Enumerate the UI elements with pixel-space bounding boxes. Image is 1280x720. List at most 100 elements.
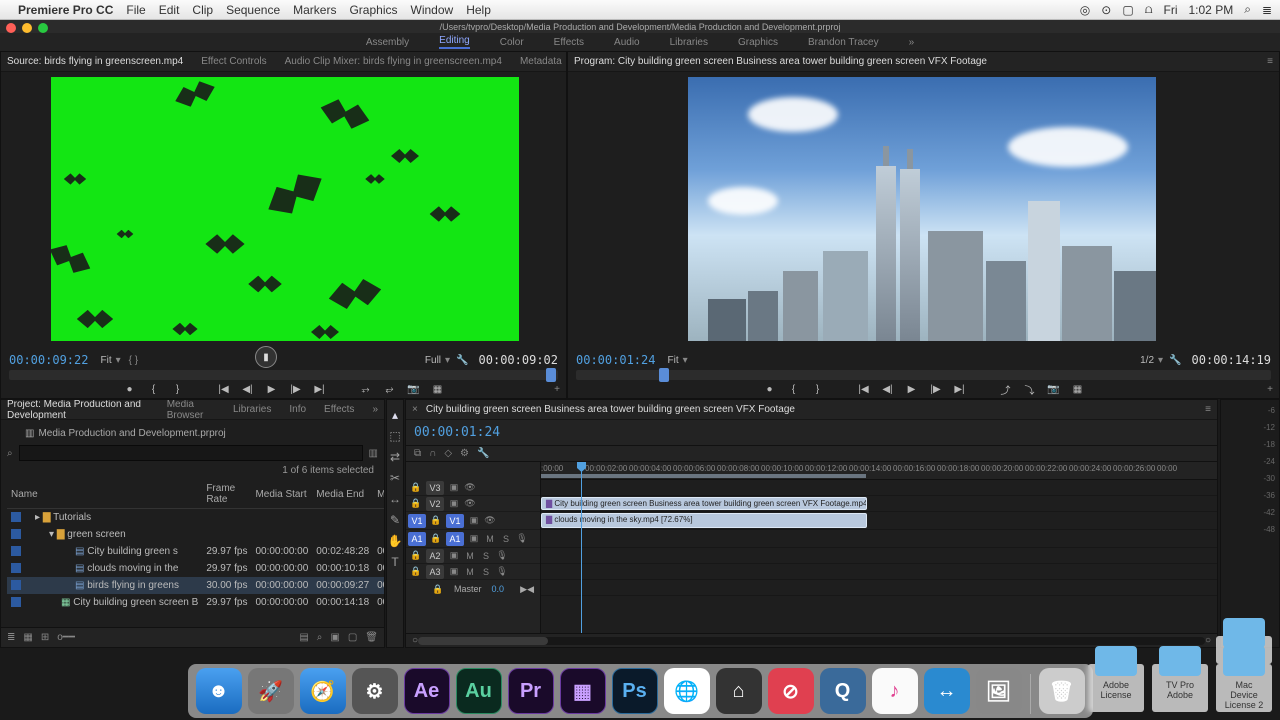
dock-audition[interactable]: Au [456,668,502,714]
spotlight-icon[interactable]: ⌕ [1244,2,1251,17]
source-video-frame[interactable] [51,77,519,341]
dock-itunes[interactable]: ♪ [872,668,918,714]
airplay-icon[interactable]: ▢ [1122,3,1133,17]
tab-libraries[interactable]: Libraries [233,404,271,415]
overwrite-button[interactable]: ⥂ [383,382,397,396]
track-a1[interactable] [541,530,1217,548]
dock-finder[interactable]: ☻ [196,668,242,714]
settings-timeline-icon[interactable]: ⚙ [460,448,469,459]
tab-effects[interactable]: Effects [324,404,354,415]
timeline-playhead[interactable] [581,462,582,633]
lift-button[interactable]: ⤴ [999,382,1013,396]
dock-media-encoder[interactable]: ▦ [560,668,606,714]
zoom-window-button[interactable] [38,23,48,33]
add-transport-button[interactable]: + [1267,384,1273,395]
table-row[interactable]: ▾ ▇ green screen [7,526,384,543]
program-zoom-fit[interactable]: Fit [667,355,678,366]
tab-audio-clip-mixer[interactable]: Audio Clip Mixer: birds flying in greens… [285,56,502,67]
table-row[interactable]: ▦ City building green screen B29.97 fps0… [7,594,384,611]
source-zoom-fit[interactable]: Fit [100,355,111,366]
workspace-custom[interactable]: Brandon Tracey [808,37,879,48]
track-header-v3[interactable]: 🔒V3▣👁 [406,480,540,496]
selection-tool[interactable]: ▴ [388,408,402,422]
dock-premiere[interactable]: Pr [508,668,554,714]
icon-view-icon[interactable]: ▦ [23,632,32,643]
new-item-button[interactable]: ▢ [348,632,357,643]
menu-clip[interactable]: Clip [192,3,213,17]
type-tool[interactable]: T [388,555,402,569]
go-to-in-button[interactable]: |◀ [217,382,231,396]
menu-markers[interactable]: Markers [293,3,336,17]
track-header-master[interactable]: 🔒Master0.0▶◀ [406,580,540,598]
menu-edit[interactable]: Edit [159,3,180,17]
timeline-close-icon[interactable]: × [412,404,418,415]
tab-timeline-sequence[interactable]: City building green screen Business area… [426,404,795,415]
tab-project[interactable]: Project: Media Production and Developmen… [7,399,149,421]
tab-media-browser[interactable]: Media Browser [167,399,215,421]
dock-app[interactable]: ⊘ [768,668,814,714]
mark-out-button[interactable]: } [171,382,185,396]
new-item-dd-icon[interactable]: ▥ [369,448,378,459]
go-to-out-button[interactable]: ▶| [953,382,967,396]
track-v3[interactable] [541,480,1217,496]
source-timecode[interactable]: 00:00:09:22 [9,353,88,367]
minimize-window-button[interactable] [22,23,32,33]
workspace-graphics[interactable]: Graphics [738,37,778,48]
track-v2[interactable]: ▇ City building green screen Business ar… [541,496,1217,512]
workspace-libraries[interactable]: Libraries [670,37,708,48]
razor-tool[interactable]: ✂ [388,471,402,485]
project-search-input[interactable] [19,445,363,461]
add-marker-button[interactable]: ● [123,382,137,396]
menu-sequence[interactable]: Sequence [226,3,280,17]
workspace-effects[interactable]: Effects [554,37,584,48]
ripple-edit-tool[interactable]: ⇄ [388,450,402,464]
go-to-in-button[interactable]: |◀ [857,382,871,396]
dropdown-icon[interactable]: ▾ [683,355,688,366]
comparison-view-icon[interactable]: ▦ [1071,382,1085,396]
table-row[interactable]: ▸ ▇ Tutorials [7,509,384,527]
wrench-icon[interactable]: 🔧 [477,448,489,459]
program-scrubber[interactable] [576,370,1271,380]
timeline-tracks-area[interactable]: :00:00 00:00:02:00 00:00:04:00 00:00:06:… [541,462,1217,633]
track-header-a2[interactable]: 🔒A2▣MS🎙 [406,548,540,564]
workspace-editing[interactable]: Editing [439,35,470,49]
app-menu[interactable]: Premiere Pro CC [18,3,113,17]
col-name[interactable]: Name [7,480,202,509]
timeline-ruler[interactable]: :00:00 00:00:02:00 00:00:04:00 00:00:06:… [541,462,1217,480]
go-to-out-button[interactable]: ▶| [313,382,327,396]
tab-info[interactable]: Info [289,404,306,415]
wifi-icon[interactable]: ⩍ [1145,2,1153,17]
panel-menu-icon[interactable]: ≡ [1267,56,1273,67]
dock-teamviewer[interactable]: ↔ [924,668,970,714]
add-marker-button[interactable]: ● [763,382,777,396]
clear-button[interactable]: 🗑 [365,632,378,643]
program-video-frame[interactable] [688,77,1156,341]
insert-button[interactable]: ⥅ [359,382,373,396]
tab-effect-controls[interactable]: Effect Controls [201,56,266,67]
workspace-overflow-icon[interactable]: » [909,37,915,48]
track-header-a3[interactable]: 🔒A3▣MS🎙 [406,564,540,580]
export-frame-button[interactable]: 📷 [407,382,421,396]
mark-in-button[interactable]: { [147,382,161,396]
marker-span-icon[interactable]: ◇ [444,448,452,459]
wrench-icon[interactable]: 🔧 [1169,355,1181,366]
wrench-icon[interactable]: 🔧 [456,355,468,366]
source-scrubber[interactable] [9,370,558,380]
automate-seq-icon[interactable]: ▤ [299,632,308,643]
col-media-start[interactable]: Media Start [251,480,312,509]
step-forward-button[interactable]: |▶ [289,382,303,396]
track-master[interactable] [541,580,1217,596]
timeline-clip[interactable]: ▇ City building green screen Business ar… [541,497,867,510]
panel-menu-icon[interactable]: ≡ [1205,404,1211,415]
siri-icon[interactable]: ≣ [1262,3,1272,17]
dropdown-icon[interactable]: ▾ [445,355,450,366]
mark-in-button[interactable]: { [787,382,801,396]
play-button[interactable]: ▶ [265,382,279,396]
dropdown-icon[interactable]: ▾ [1158,355,1163,366]
program-resolution[interactable]: 1/2 [1140,355,1154,366]
dock-after-effects[interactable]: Ae [404,668,450,714]
dock-preview[interactable]: 🖼 [976,668,1022,714]
menubar-extra-icon[interactable]: ⊙ [1101,3,1111,17]
close-window-button[interactable] [6,23,16,33]
list-view-icon[interactable]: ≣ [7,632,15,643]
